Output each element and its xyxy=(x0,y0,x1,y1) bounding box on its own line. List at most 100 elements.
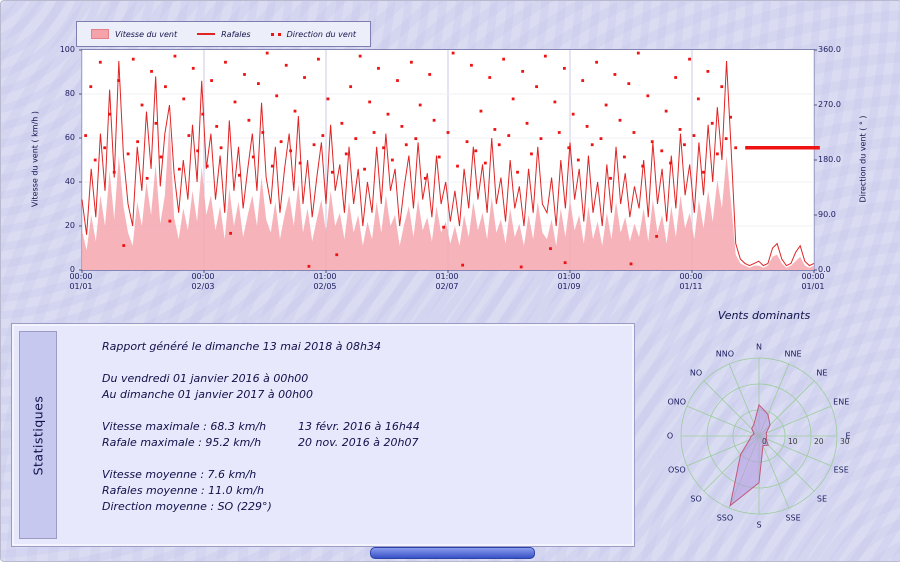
wind-time-series-plot[interactable] xyxy=(81,49,815,271)
y-axis-left-ticks: 020406080100 xyxy=(41,49,77,269)
wind-direction-dot xyxy=(294,110,297,113)
legend-item-wind-direction[interactable]: Direction du vent xyxy=(271,30,356,39)
wind-direction-dots-swatch-icon xyxy=(271,33,274,36)
wind-direction-dot xyxy=(150,70,153,73)
wind-direction-dot xyxy=(349,85,352,88)
x-axis-tick-label: 01:0002/07 xyxy=(415,272,479,291)
rose-scale-label: 20 xyxy=(814,437,824,446)
wind-direction-dot xyxy=(581,79,584,82)
wind-direction-dot xyxy=(146,177,149,180)
wind-direction-dot xyxy=(516,171,519,174)
wind-direction-dot xyxy=(335,253,338,256)
y-axis-left-tick-label: 80 xyxy=(65,89,75,98)
wind-direction-dot xyxy=(168,220,171,223)
rose-direction-label: OSO xyxy=(668,466,686,475)
statistics-body: Rapport généré le dimanche 13 mai 2018 à… xyxy=(102,339,624,515)
wind-direction-dot xyxy=(466,140,469,143)
wind-direction-dot xyxy=(447,131,450,134)
wind-direction-dot xyxy=(196,149,199,152)
wind-direction-dot xyxy=(113,171,116,174)
rose-direction-label: N xyxy=(756,343,762,352)
rose-direction-label: NO xyxy=(690,369,702,378)
rose-direction-label: ESE xyxy=(834,466,849,475)
legend-label-gusts: Rafales xyxy=(221,30,251,39)
period-to-line: Au dimanche 01 janvier 2017 à 00h00 xyxy=(102,387,624,403)
wind-direction-dot xyxy=(609,177,612,180)
wind-direction-dot xyxy=(327,97,330,100)
wind-direction-dot xyxy=(651,140,654,143)
bottom-scrollbar-thumb[interactable] xyxy=(370,547,535,559)
wind-direction-dot xyxy=(160,156,163,159)
wind-direction-dot xyxy=(641,165,644,168)
wind-direction-dot xyxy=(452,52,455,55)
wind-direction-dot xyxy=(275,94,278,97)
x-axis-tick-label: 00:0001/01 xyxy=(781,272,845,291)
legend-label-wind-speed: Vitesse du vent xyxy=(115,30,177,39)
wind-direction-dot xyxy=(433,119,436,122)
y-axis-left-title: Vitesse du vent ( km/h ) xyxy=(31,111,40,207)
wind-direction-dot xyxy=(308,265,311,268)
legend-item-gusts[interactable]: Rafales xyxy=(197,30,251,39)
wind-direction-dot xyxy=(442,226,445,229)
wind-direction-dot xyxy=(127,152,130,155)
wind-direction-dot xyxy=(229,232,232,235)
rose-direction-label: SO xyxy=(690,494,701,503)
wind-direction-dot xyxy=(187,134,190,137)
wind-direction-dot xyxy=(285,64,288,67)
wind-direction-dot xyxy=(410,61,413,64)
chart-legend: Vitesse du vent Rafales Direction du ven… xyxy=(76,21,371,47)
wind-direction-dot xyxy=(535,85,538,88)
wind-direction-dot xyxy=(706,70,709,73)
y-axis-left-tick-label: 20 xyxy=(65,221,75,230)
wind-direction-dot xyxy=(289,149,292,152)
wind-direction-dot xyxy=(711,122,714,125)
wind-direction-dot xyxy=(729,116,732,119)
wind-direction-dot xyxy=(136,140,139,143)
wind-direction-dot xyxy=(215,125,218,128)
wind-direction-dot xyxy=(368,101,371,104)
wind-direction-dot xyxy=(94,159,97,162)
wind-direction-dot xyxy=(520,266,523,269)
wind-direction-dot xyxy=(474,149,477,152)
statistics-strip-label: Statistiques xyxy=(31,395,46,475)
y-axis-left-tick-label: 100 xyxy=(60,45,75,54)
wind-direction-dot xyxy=(257,82,260,85)
wind-direction-dot xyxy=(247,119,250,122)
wind-direction-dot xyxy=(558,131,561,134)
x-axis-tick-label: 01:0001/09 xyxy=(537,272,601,291)
wind-direction-dot xyxy=(512,97,515,100)
wind-direction-dot xyxy=(313,143,316,146)
wind-direction-dot xyxy=(317,58,320,61)
wind-direction-dot xyxy=(688,58,691,61)
wind-direction-dot xyxy=(646,94,649,97)
wind-direction-dot xyxy=(303,76,306,79)
wind-direction-dot xyxy=(507,134,510,137)
rose-scale-label: 0 xyxy=(762,437,767,446)
wind-direction-dot xyxy=(567,146,570,149)
wind-direction-dot xyxy=(174,55,177,58)
wind-direction-dot xyxy=(382,146,385,149)
wind-direction-dot xyxy=(665,110,668,113)
statistics-side-strip: Statistiques xyxy=(19,331,57,539)
wind-direction-dot xyxy=(117,79,120,82)
rose-scale-label: 10 xyxy=(788,437,798,446)
wind-direction-dot xyxy=(633,131,636,134)
wind-direction-dot xyxy=(164,85,167,88)
x-axis-tick-label: 00:0002/03 xyxy=(171,272,235,291)
wind-direction-dot xyxy=(424,177,427,180)
x-axis-ticks: 00:0001/0100:0002/0301:0002/0501:0002/07… xyxy=(81,272,813,294)
legend-item-wind-speed[interactable]: Vitesse du vent xyxy=(91,29,177,39)
wind-direction-dot xyxy=(630,262,633,265)
report-generated-line: Rapport généré le dimanche 13 mai 2018 à… xyxy=(102,339,624,355)
y-axis-left-tick-label: 40 xyxy=(65,177,75,186)
wind-direction-dot xyxy=(679,128,682,131)
wind-direction-dot xyxy=(613,73,616,76)
x-axis-tick-label: 00:0001/01 xyxy=(49,272,113,291)
y-axis-right-tick-label: 270.0 xyxy=(818,100,841,109)
wind-direction-dot xyxy=(354,137,357,140)
max-gust-date: 20 nov. 2016 à 20h07 xyxy=(298,435,419,451)
wind-direction-dot xyxy=(619,119,622,122)
wind-direction-dot xyxy=(605,104,608,107)
wind-direction-dot xyxy=(108,113,111,116)
wind-direction-dot xyxy=(238,174,241,177)
